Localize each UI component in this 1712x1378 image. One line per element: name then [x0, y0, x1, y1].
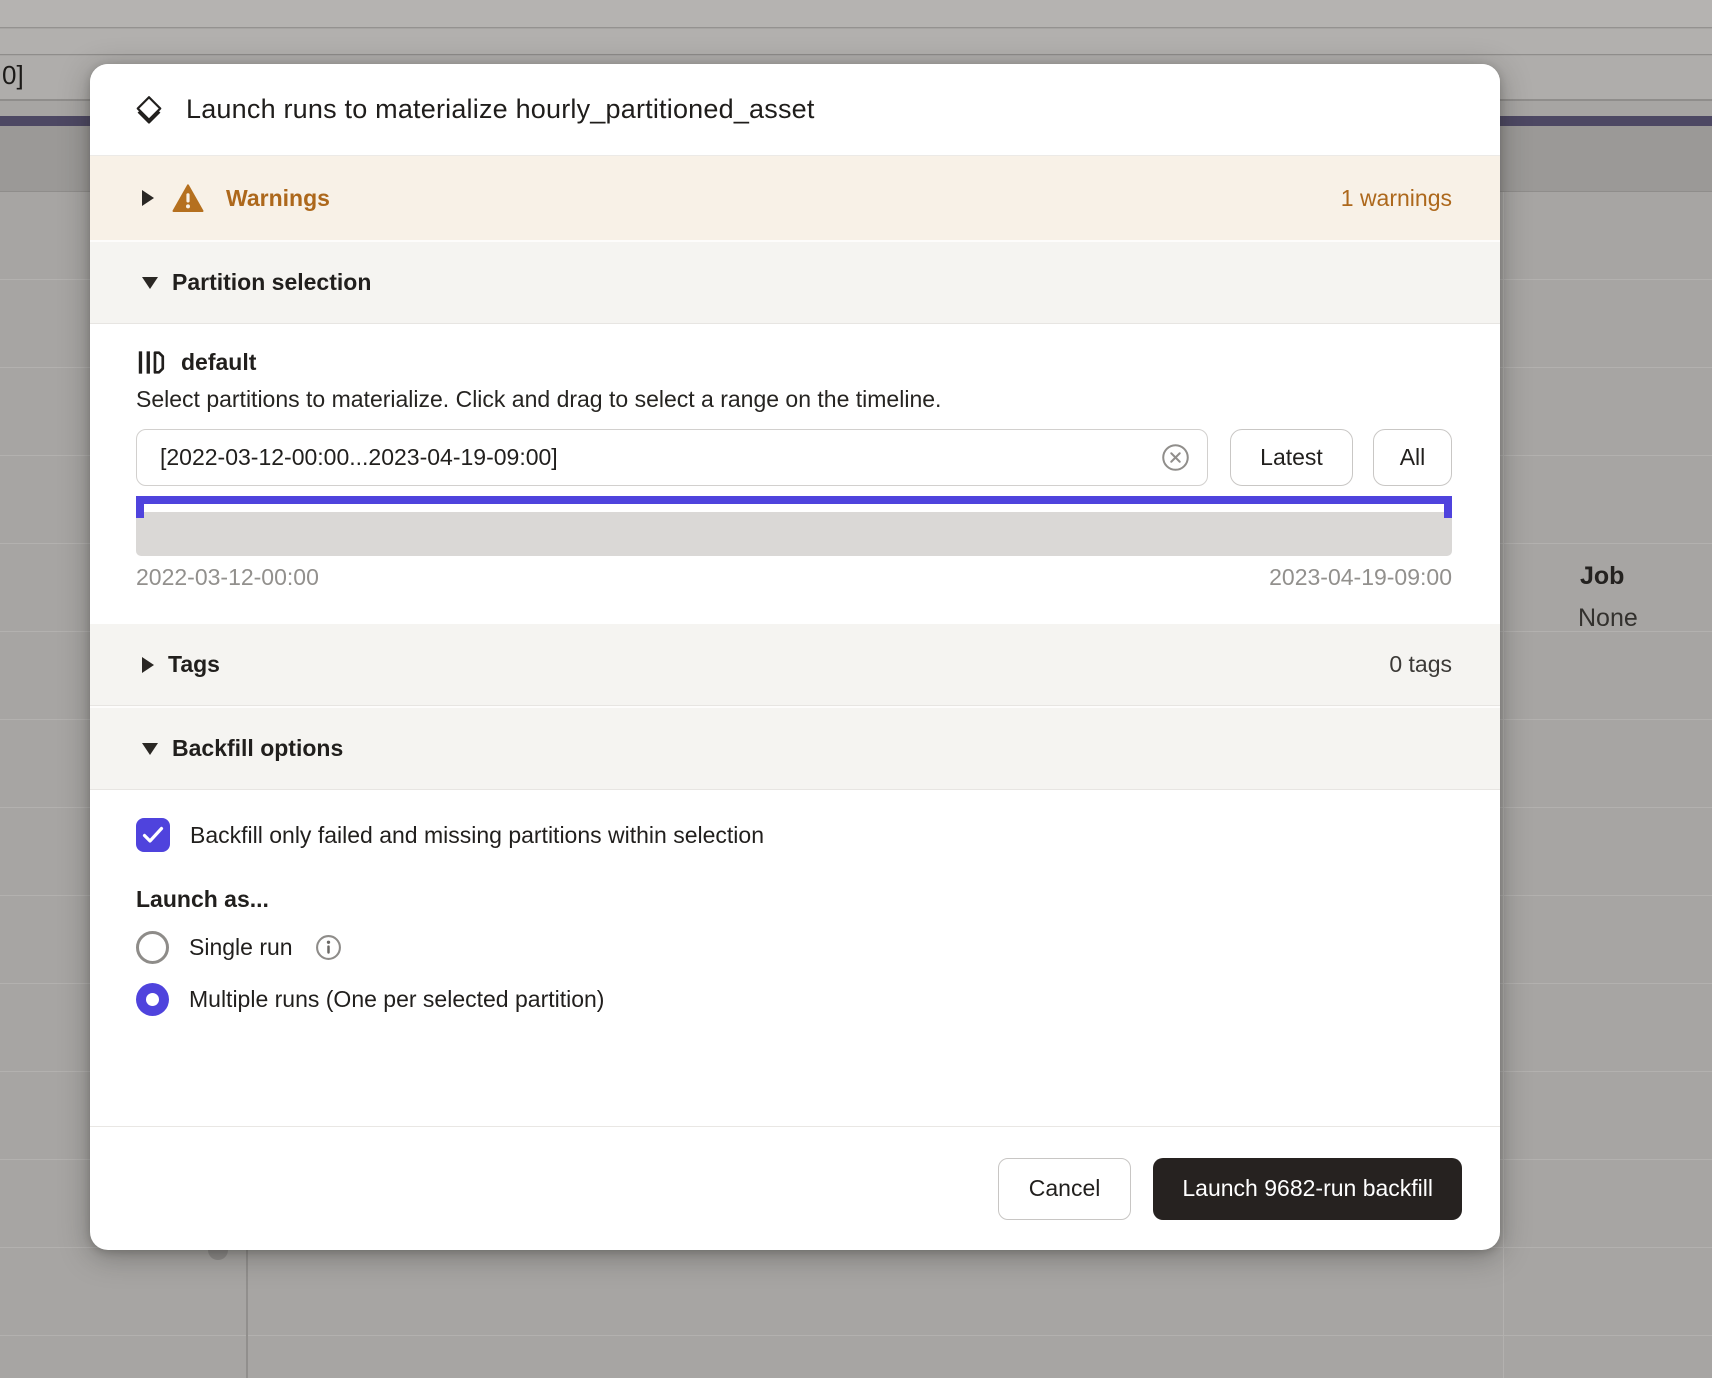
launch-backfill-dialog: Launch runs to materialize hourly_partit…: [90, 64, 1500, 1250]
warnings-section-toggle[interactable]: Warnings 1 warnings: [90, 156, 1500, 240]
dialog-footer: Cancel Launch 9682-run backfill: [90, 1126, 1500, 1250]
single-run-radio-label: Single run: [189, 934, 293, 961]
partition-selection-section-label: Partition selection: [172, 269, 371, 296]
background-toolbar-band: [0, 0, 1712, 28]
background-job-column-value: None: [1578, 604, 1638, 633]
cancel-button[interactable]: Cancel: [998, 1158, 1132, 1220]
partition-selection-content: default Select partitions to materialize…: [90, 324, 1500, 624]
dialog-header: Launch runs to materialize hourly_partit…: [90, 64, 1500, 156]
partition-set-icon: [136, 348, 165, 377]
radio-unselected-icon[interactable]: [136, 931, 169, 964]
launch-as-label: Launch as...: [136, 886, 1452, 913]
partition-range-input[interactable]: [136, 429, 1208, 486]
background-band: [0, 29, 1712, 55]
timeline-end-label: 2023-04-19-09:00: [1269, 564, 1452, 591]
partition-timeline[interactable]: [136, 512, 1452, 556]
timeline-start-label: 2022-03-12-00:00: [136, 564, 319, 591]
partition-dimension-row: default: [136, 346, 1452, 378]
background-column-divider: [1503, 192, 1504, 1378]
launch-backfill-button[interactable]: Launch 9682-run backfill: [1153, 1158, 1462, 1220]
timeline-date-labels: 2022-03-12-00:00 2023-04-19-09:00: [136, 564, 1452, 591]
backfill-options-section-toggle[interactable]: Backfill options: [90, 708, 1500, 790]
tags-count-badge: 0 tags: [1389, 651, 1452, 678]
backfill-only-failed-checkbox-row[interactable]: Backfill only failed and missing partiti…: [136, 818, 1452, 852]
warning-triangle-icon: [172, 184, 204, 213]
info-icon[interactable]: [315, 934, 342, 961]
checkbox-checked-icon[interactable]: [136, 818, 170, 852]
chevron-down-icon: [142, 277, 158, 289]
tags-section-toggle[interactable]: Tags 0 tags: [90, 624, 1500, 706]
chevron-right-icon: [142, 657, 154, 673]
backfill-only-failed-checkbox-label: Backfill only failed and missing partiti…: [190, 822, 764, 849]
backfill-options-section-label: Backfill options: [172, 735, 343, 762]
single-run-radio-row[interactable]: Single run: [136, 929, 1452, 965]
partition-range-controls: Latest All: [136, 429, 1452, 486]
radio-selected-icon[interactable]: [136, 983, 169, 1016]
chevron-right-icon: [142, 190, 154, 206]
multiple-runs-radio-row[interactable]: Multiple runs (One per selected partitio…: [136, 981, 1452, 1017]
partition-range-input-wrap: [136, 429, 1208, 486]
tags-section-label: Tags: [168, 651, 220, 678]
chevron-down-icon: [142, 743, 158, 755]
multiple-runs-radio-label: Multiple runs (One per selected partitio…: [189, 986, 604, 1013]
partition-selection-section-toggle[interactable]: Partition selection: [90, 242, 1500, 324]
timeline-selection-range: [136, 496, 1452, 504]
materialize-layers-icon: [134, 95, 164, 125]
backfill-options-content: Backfill only failed and missing partiti…: [90, 790, 1500, 1126]
partition-dimension-name: default: [181, 349, 256, 376]
dialog-title: Launch runs to materialize hourly_partit…: [186, 94, 815, 125]
warnings-count-badge: 1 warnings: [1341, 185, 1452, 212]
background-truncated-text: 0]: [2, 60, 24, 91]
background-job-column-label: Job: [1580, 562, 1624, 591]
latest-button[interactable]: Latest: [1230, 429, 1353, 486]
all-button[interactable]: All: [1373, 429, 1452, 486]
partition-selection-description: Select partitions to materialize. Click …: [136, 386, 1452, 413]
clear-selection-icon[interactable]: [1161, 443, 1190, 472]
warnings-section-label: Warnings: [226, 185, 330, 212]
